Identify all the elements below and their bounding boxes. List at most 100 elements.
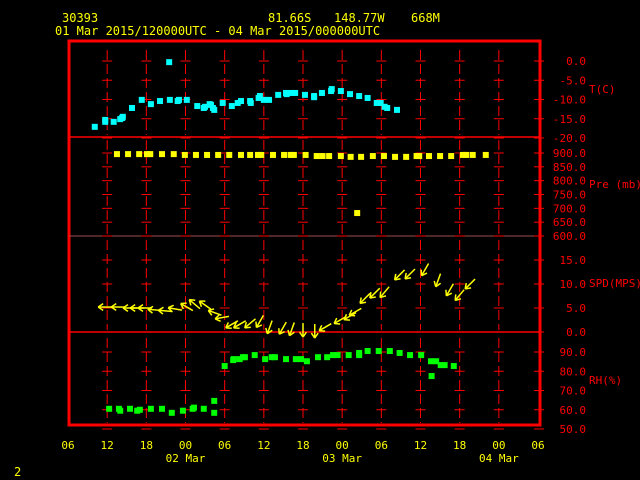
- y-tick-label: 80.0: [560, 365, 587, 378]
- temp-point: [328, 86, 335, 93]
- wind-arrow-head: [454, 294, 457, 301]
- pres-point: [358, 153, 365, 160]
- pres-point: [448, 153, 455, 160]
- pres-point: [437, 153, 444, 160]
- x-tick-label: 00: [336, 439, 349, 452]
- wind-arrow: [420, 263, 430, 277]
- y-tick-label: 60.0: [560, 404, 587, 417]
- temp-point: [138, 96, 145, 103]
- wind-arrow: [359, 292, 371, 305]
- rh-point: [271, 354, 278, 361]
- panel-label-temp: T(C): [589, 83, 616, 96]
- wind-arrow: [97, 303, 113, 312]
- temp-point: [318, 89, 325, 96]
- rh-point: [106, 405, 113, 412]
- x-day-label: 02 Mar: [166, 452, 206, 465]
- wind-arrow: [464, 278, 476, 290]
- pres-point: [247, 151, 254, 158]
- pres-point: [125, 151, 132, 158]
- wind-arrow: [198, 300, 212, 310]
- y-tick-label: 850.0: [553, 161, 586, 174]
- y-tick-label: 90.0: [560, 346, 587, 359]
- temp-point: [91, 123, 98, 130]
- temp-point: [301, 91, 308, 98]
- temp-point: [194, 103, 201, 110]
- rh-point: [441, 362, 448, 369]
- y-tick-label: 900.0: [553, 147, 586, 160]
- rh-point: [127, 405, 134, 412]
- pres-point: [416, 153, 423, 160]
- wind-arrow-head: [208, 308, 215, 312]
- temp-point: [337, 88, 344, 95]
- pres-point: [403, 153, 410, 160]
- meteogram-chart: 0.0 -5.0 -10.0 -15.0 -20.0 T(C) 900.0850.0800.…: [61, 39, 640, 465]
- temp-point: [110, 118, 117, 125]
- rh-point: [386, 348, 393, 355]
- rh-point: [168, 409, 175, 416]
- wind-arrow-head: [433, 280, 437, 287]
- temp-point: [157, 98, 164, 105]
- pres-point: [170, 151, 177, 158]
- x-tick-label: 06: [531, 439, 544, 452]
- pres-point: [181, 151, 188, 158]
- pres-point: [337, 153, 344, 160]
- pres-point: [204, 151, 211, 158]
- x-tick-label: 18: [296, 439, 309, 452]
- temp-point: [266, 96, 273, 103]
- y-tick-label: 15.0: [560, 254, 587, 267]
- rh-point: [230, 356, 237, 363]
- rh-point: [334, 352, 341, 359]
- rh-point: [200, 405, 207, 412]
- rh-point: [211, 397, 218, 404]
- panel-label-wind: SPD(MPS): [589, 277, 640, 290]
- y-tick-label: 70.0: [560, 385, 587, 398]
- pres-point: [392, 153, 399, 160]
- y-tick-label: 750.0: [553, 189, 586, 202]
- wind-arrow: [298, 323, 308, 338]
- y-tick-label: 650.0: [553, 216, 586, 229]
- pres-point: [425, 153, 432, 160]
- panel-label-rh: RH(%): [589, 374, 622, 387]
- wind-arrow-head: [189, 298, 196, 301]
- x-tick-label: 12: [101, 439, 114, 452]
- rh-point: [147, 405, 154, 412]
- rh-point: [345, 352, 352, 359]
- pres-point: [326, 153, 333, 160]
- y-tick-label: 0.0: [566, 55, 586, 68]
- rh-point: [427, 358, 434, 365]
- pres-point: [281, 151, 288, 158]
- pres-point: [482, 151, 489, 158]
- wind-arrow: [265, 320, 273, 335]
- temp-point: [183, 96, 190, 103]
- wind-arrow-head: [265, 327, 269, 334]
- wind-arrow: [369, 287, 381, 299]
- wind-arrow: [255, 315, 265, 329]
- rh-point: [375, 348, 382, 355]
- rh-point: [324, 354, 331, 361]
- pres-point: [463, 151, 470, 158]
- temp-point: [364, 94, 371, 101]
- pres-point: [369, 153, 376, 160]
- pres-point: [113, 151, 120, 158]
- y-tick-label: -20.0: [553, 132, 586, 145]
- wind-arrow: [433, 273, 442, 288]
- pres-point: [319, 153, 326, 160]
- temp-point: [394, 106, 400, 113]
- temp-point: [356, 93, 363, 100]
- pres-point: [302, 151, 309, 158]
- x-tick-label: 12: [257, 439, 270, 452]
- wind-arrow: [318, 323, 332, 332]
- pres-point: [290, 151, 297, 158]
- temp-point: [247, 99, 254, 106]
- temp-point: [228, 103, 235, 110]
- temp-point: [166, 59, 173, 66]
- wind-arrow: [214, 314, 230, 322]
- rh-point: [241, 354, 248, 361]
- x-day-label: 03 Mar: [322, 452, 362, 465]
- temp-point: [166, 96, 173, 103]
- rh-point: [450, 363, 457, 370]
- rh-point: [159, 405, 165, 412]
- wind-arrow-head: [167, 304, 174, 309]
- rh-point: [283, 356, 290, 363]
- y-tick-label: -15.0: [553, 113, 586, 126]
